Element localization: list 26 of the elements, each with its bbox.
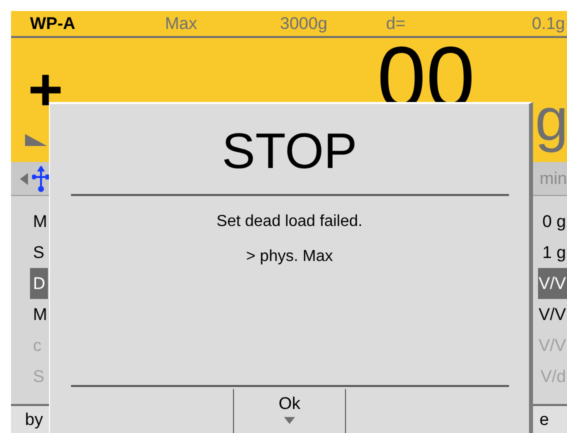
dialog-message: > phys. Max: [246, 247, 333, 267]
row-value: 0 g: [541, 210, 567, 233]
row-value: 1 g: [541, 242, 567, 264]
triangle-icon: [25, 134, 47, 146]
model-name: WP-A: [30, 12, 76, 35]
dialog-title: STOP: [222, 126, 358, 176]
footer-text: e: [540, 408, 549, 431]
left-arrow-icon[interactable]: [20, 172, 28, 184]
ok-button[interactable]: Ok: [233, 389, 346, 433]
row-label[interactable]: M: [30, 299, 50, 330]
toolbar-text: min: [540, 168, 567, 190]
weight-unit: g: [535, 90, 567, 150]
row-label[interactable]: D: [30, 268, 48, 299]
dialog-message: Set dead load failed.: [216, 212, 362, 232]
sign: +: [28, 60, 64, 120]
usb-icon: [32, 166, 50, 192]
row-label[interactable]: M: [30, 206, 50, 237]
d-label: d=: [386, 12, 406, 35]
row-label[interactable]: S: [30, 237, 48, 268]
footer-text: by: [25, 408, 43, 431]
caret-icon: [284, 417, 295, 424]
row-value: V/V: [538, 268, 567, 299]
row-value: V/V: [538, 304, 567, 326]
max-label: Max: [165, 12, 198, 35]
d-value: 0.1g: [532, 12, 565, 35]
max-value: 3000g: [280, 12, 328, 35]
